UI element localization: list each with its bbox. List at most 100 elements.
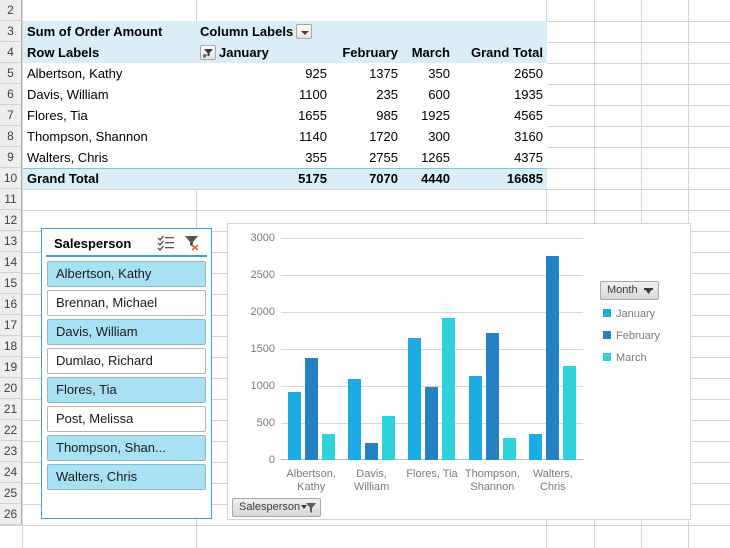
grand-total-february: 7070 [369,171,398,187]
chart-bar-january[interactable] [287,391,301,460]
row-header-20[interactable]: 20 [0,378,22,399]
grid-row-line [0,210,730,211]
pivot-cell: 1655 [298,108,327,123]
row-header-13[interactable]: 13 [0,231,22,252]
chart-bar-march[interactable] [321,434,335,460]
pivot-table[interactable]: Sum of Order Amount Column Labels Row La… [23,21,547,189]
slicer-item[interactable]: Davis, William [47,319,206,345]
chart-bar-february[interactable] [485,332,499,460]
row-labels-filter-applied-icon[interactable] [200,45,216,60]
slicer-item[interactable]: Brennan, Michael [47,290,206,316]
clear-filter-icon[interactable] [183,235,201,251]
slicer-item[interactable]: Flores, Tia [47,377,206,403]
row-header-6[interactable]: 6 [0,84,22,105]
row-header-4[interactable]: 4 [0,42,22,63]
row-header-15[interactable]: 15 [0,273,22,294]
pivot-cell: 2755 [369,149,398,165]
row-header-24[interactable]: 24 [0,462,22,483]
row-header-11[interactable]: 11 [0,189,22,210]
row-header-9[interactable]: 9 [0,147,22,168]
chart-x-tick-label: Albertson, Kathy [286,468,336,493]
chart-bar-group [462,238,522,460]
chart-bar-january[interactable] [408,337,422,460]
row-header-14[interactable]: 14 [0,252,22,273]
chart-bar-january[interactable] [468,375,482,460]
column-header-march[interactable]: March [402,42,454,63]
slicer-item-list[interactable]: Albertson, Kathy Brennan, Michael Davis, W… [42,257,211,490]
chart-bar-march[interactable] [442,317,456,460]
salesperson-filter-button[interactable]: Salesperson [232,498,322,517]
column-header-january-text: January [219,45,269,60]
pivot-cell: 1140 [299,129,327,144]
chart-bar-january[interactable] [348,378,362,460]
chart-y-tick-label: 2500 [250,269,275,281]
chart-x-tick-label: Thompson, Shannon [464,468,520,493]
slicer-item[interactable]: Post, Melissa [47,406,206,432]
row-header-12[interactable]: 12 [0,210,22,231]
row-header-22[interactable]: 22 [0,420,22,441]
column-header-february[interactable]: February [331,42,402,63]
multi-select-icon[interactable] [157,235,175,252]
pivot-header-row-1: Sum of Order Amount Column Labels [23,21,547,42]
chart-legend: January February March [603,308,660,374]
row-header-26[interactable]: 26 [0,504,22,525]
salesperson-slicer[interactable]: Salesperson Albertson, KathyBrennan, Mi [41,228,212,519]
row-header-18[interactable]: 18 [0,336,22,357]
legend-swatch-march [603,353,611,361]
chart-bar-march[interactable] [502,437,516,460]
pivot-cell: 235 [376,87,398,102]
month-filter-button[interactable]: Month [600,281,659,300]
pivot-chart[interactable]: 0 500 1000 1500 2000 2500 3000 Albertson, Kath… [227,223,691,520]
row-header-8[interactable]: 8 [0,126,22,147]
column-labels-cell[interactable]: Column Labels [196,21,547,42]
row-header-3[interactable]: 3 [0,21,22,42]
chart-bar-march[interactable] [382,415,396,460]
row-header-23[interactable]: 23 [0,441,22,462]
slicer-item[interactable]: Dumlao, Richard [47,348,206,374]
pivot-row[interactable]: Thompson, Shannon 1140 1720 300 3160 [23,126,547,147]
chart-bar-february[interactable] [304,358,318,460]
pivot-cell: 925 [305,66,327,81]
pivot-cell: 1265 [421,149,450,165]
row-header-21[interactable]: 21 [0,399,22,420]
chart-plot-area: 0 500 1000 1500 2000 2500 3000 [251,232,583,466]
slicer-item[interactable]: Walters, Chris [47,464,206,490]
salesperson-filter-label: Salesperson [239,501,301,513]
row-header-5[interactable]: 5 [0,63,22,84]
column-labels-text: Column Labels [200,24,294,39]
pivot-row[interactable]: Albertson, Kathy 925 1375 350 2650 [23,63,547,84]
column-header-grand-total[interactable]: Grand Total [454,42,547,63]
row-header-10[interactable]: 10 [0,168,22,189]
row-labels-cell[interactable]: Row Labels [23,42,196,63]
legend-swatch-january [603,309,611,317]
chart-bar-february[interactable] [546,256,560,460]
slicer-item[interactable]: Thompson, Shan... [47,435,206,461]
chart-bar-january[interactable] [529,433,543,460]
row-header-7[interactable]: 7 [0,105,22,126]
row-header-2[interactable]: 2 [0,0,22,21]
pivot-row[interactable]: Davis, William 1100 235 600 1935 [23,84,547,105]
pivot-cell: 1720 [369,129,398,144]
slicer-item[interactable]: Albertson, Kathy [47,261,206,287]
column-labels-filter-dropdown-icon[interactable] [296,24,313,39]
slicer-header: Salesperson [46,231,207,257]
chart-bar-february[interactable] [425,387,439,460]
grid-row-line [0,525,730,526]
pivot-row-label: Albertson, Kathy [27,66,123,81]
pivot-grand-total-row: Grand Total 5175 7070 4440 16685 [23,168,547,189]
column-header-january[interactable]: January [196,42,331,63]
legend-entry: March [603,352,660,364]
row-header-25[interactable]: 25 [0,483,22,504]
chart-y-tick-label: 1000 [250,380,275,392]
row-header-19[interactable]: 19 [0,357,22,378]
chart-bar-march[interactable] [563,366,577,460]
row-header-16[interactable]: 16 [0,294,22,315]
pivot-cell: 300 [428,129,450,144]
legend-label: February [616,330,661,342]
pivot-row[interactable]: Flores, Tia 1655 985 1925 4565 [23,105,547,126]
row-header-17[interactable]: 17 [0,315,22,336]
pivot-cell: 4565 [514,108,543,123]
pivot-row[interactable]: Walters, Chris 355 2755 1265 4375 [23,147,547,168]
chart-bar-february[interactable] [365,442,379,460]
pivot-row-label: Thompson, Shannon [27,129,148,144]
